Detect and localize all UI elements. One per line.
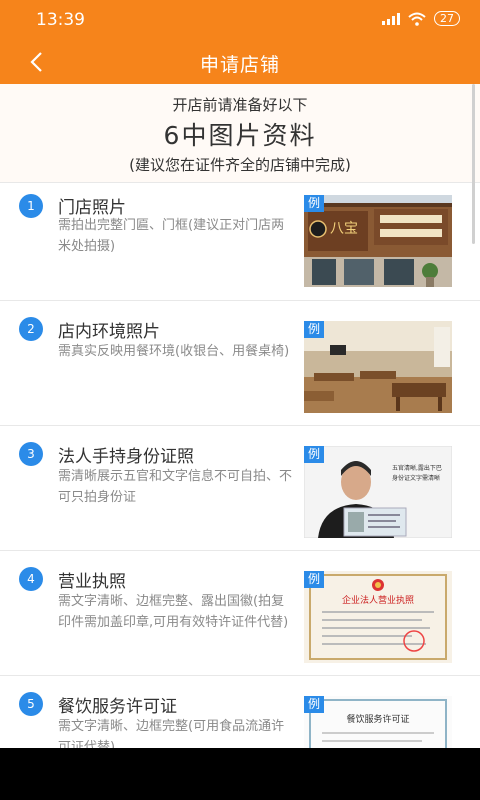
status-bar: 13:39 27 [0,0,480,40]
wifi-icon [408,12,426,26]
battery-indicator: 27 [434,11,460,26]
intro-note: (建议您在证件齐全的店铺中完成) [129,156,351,174]
item-number: 2 [19,317,43,341]
permit-title-text: 餐饮服务许可证 [346,713,409,725]
example-tag: 例 [304,321,324,338]
item-number: 5 [19,692,43,716]
example-tag: 例 [304,446,324,463]
item-title: 法人手持身份证照 [58,447,194,467]
item-title: 店内环境照片 [58,322,160,342]
list-item-interior-photo[interactable]: 2 店内环境照片 需真实反映用餐环境(收银台、用餐桌椅) 例 [0,300,480,426]
example-tag: 例 [304,696,324,713]
app-screen: 13:39 27 申请店铺 开店前请准备好以下 6中图片资料 (建议您在证件齐全… [0,0,480,748]
signal-icon [382,12,400,25]
item-description: 需文字清晰、边框完整(可用食品流通许可证代替) [58,719,285,748]
example-tag: 例 [304,571,324,588]
id-caption-text: 五官清晰,露出下巴 [392,464,442,472]
intro-banner: 开店前请准备好以下 6中图片资料 (建议您在证件齐全的店铺中完成) [0,84,480,182]
page-title: 申请店铺 [199,54,280,76]
list-item-business-license[interactable]: 4 营业执照 需文字清晰、边框完整、露出国徽(拍复印件需加盖印章,可用有效特许证… [0,550,480,676]
license-title-text: 企业法人营业执照 [342,594,414,606]
status-icons: 27 [382,11,460,26]
example-image-business-license[interactable]: 企业法人营业执照 例 [304,571,452,663]
item-number: 4 [19,567,43,591]
example-tag: 例 [304,195,324,212]
item-number: 3 [19,442,43,466]
example-image-food-permit[interactable]: 餐饮服务许可证 例 [304,696,452,748]
id-caption-text-2: 身份证文字需清晰 [392,474,440,482]
item-number: 1 [19,194,43,218]
item-description: 需清晰展示五官和文字信息不可自拍、不可只拍身份证 [58,469,293,505]
scrollbar[interactable] [472,84,475,244]
intro-line-1: 开店前请准备好以下 [172,96,308,114]
item-title: 餐饮服务许可证 [58,697,177,717]
title-bar: 申请店铺 [0,40,480,84]
list-item-legal-id-photo[interactable]: 3 法人手持身份证照 需清晰展示五官和文字信息不可自拍、不可只拍身份证 五官清晰… [0,425,480,551]
example-image-interior[interactable]: 例 [304,321,452,413]
item-description: 需文字清晰、边框完整、露出国徽(拍复印件需加盖印章,可用有效特许证件代替) [58,594,289,630]
status-time: 13:39 [36,10,85,30]
item-description: 需真实反映用餐环境(收银台、用餐桌椅) [58,344,290,359]
example-image-id-card[interactable]: 五官清晰,露出下巴 身份证文字需清晰 例 [304,446,452,538]
example-image-storefront[interactable]: 八宝 例 [304,195,452,287]
list-item-food-service-permit[interactable]: 5 餐饮服务许可证 需文字清晰、边框完整(可用食品流通许可证代替) 餐饮服务许可… [0,675,480,748]
item-description: 需拍出完整门匾、门框(建议正对门店两米处拍摄) [58,218,285,254]
store-sign-text: 八宝 [330,221,358,237]
item-title: 营业执照 [58,572,126,592]
intro-headline: 6中图片资料 [163,121,317,150]
list-item-store-photo[interactable]: 1 门店照片 需拍出完整门匾、门框(建议正对门店两米处拍摄) 八宝 例 [0,182,480,308]
